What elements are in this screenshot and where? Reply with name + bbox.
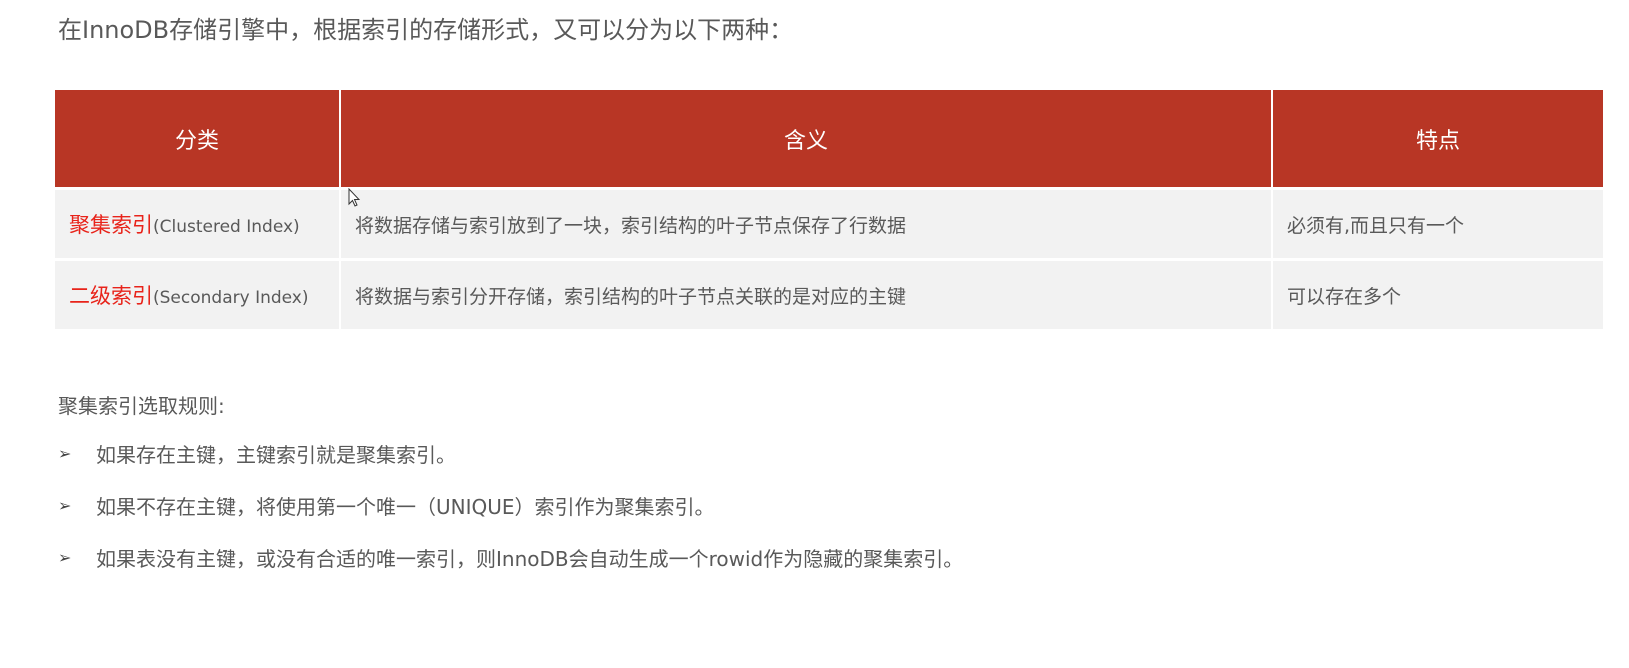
rule-text: 如果存在主键，主键索引就是聚集索引。 bbox=[96, 442, 456, 467]
intro-text: 在InnoDB存储引擎中，根据索引的存储形式，又可以分为以下两种： bbox=[58, 16, 794, 44]
arrow-bullet-icon: ➢ bbox=[58, 495, 72, 515]
arrow-bullet-icon: ➢ bbox=[58, 547, 72, 567]
feature-cell: 可以存在多个 bbox=[1272, 258, 1603, 329]
rules-title: 聚集索引选取规则: bbox=[58, 394, 225, 418]
header-category: 分类 bbox=[55, 90, 341, 189]
mouse-cursor-icon bbox=[348, 188, 360, 207]
header-meaning: 含义 bbox=[340, 90, 1273, 189]
rule-item: ➢ 如果存在主键，主键索引就是聚集索引。 bbox=[58, 437, 963, 469]
category-name-en: (Secondary Index) bbox=[153, 288, 309, 308]
rule-text: 如果表没有主键，或没有合适的唯一索引，则InnoDB会自动生成一个rowid作为… bbox=[96, 546, 964, 571]
rule-item: ➢ 如果表没有主键，或没有合适的唯一索引，则InnoDB会自动生成一个rowid作… bbox=[58, 541, 963, 573]
rule-text: 如果不存在主键，将使用第一个唯一（UNIQUE）索引作为聚集索引。 bbox=[96, 494, 715, 519]
category-cell: 聚集索引(Clustered Index) bbox=[55, 187, 341, 260]
category-name-en: (Clustered Index) bbox=[153, 217, 300, 237]
category-cell: 二级索引(Secondary Index) bbox=[55, 258, 341, 329]
category-name-cn: 二级索引 bbox=[69, 284, 153, 308]
table-header-row: 分类 含义 特点 bbox=[55, 90, 1603, 189]
category-name-cn: 聚集索引 bbox=[69, 213, 153, 237]
index-types-table: 分类 含义 特点 聚集索引(Clustered Index) 将数据存储与索引放… bbox=[55, 90, 1603, 329]
table-row: 聚集索引(Clustered Index) 将数据存储与索引放到了一块，索引结构… bbox=[55, 187, 1603, 260]
arrow-bullet-icon: ➢ bbox=[58, 443, 72, 463]
meaning-cell: 将数据与索引分开存储，索引结构的叶子节点关联的是对应的主键 bbox=[340, 258, 1273, 329]
table-row: 二级索引(Secondary Index) 将数据与索引分开存储，索引结构的叶子… bbox=[55, 258, 1603, 329]
rule-item: ➢ 如果不存在主键，将使用第一个唯一（UNIQUE）索引作为聚集索引。 bbox=[58, 489, 963, 521]
header-feature: 特点 bbox=[1272, 90, 1603, 189]
meaning-cell: 将数据存储与索引放到了一块，索引结构的叶子节点保存了行数据 bbox=[340, 187, 1273, 260]
feature-cell: 必须有,而且只有一个 bbox=[1272, 187, 1603, 260]
clustered-index-rules: 聚集索引选取规则: ➢ 如果存在主键，主键索引就是聚集索引。 ➢ 如果不存在主键，将… bbox=[58, 390, 963, 593]
